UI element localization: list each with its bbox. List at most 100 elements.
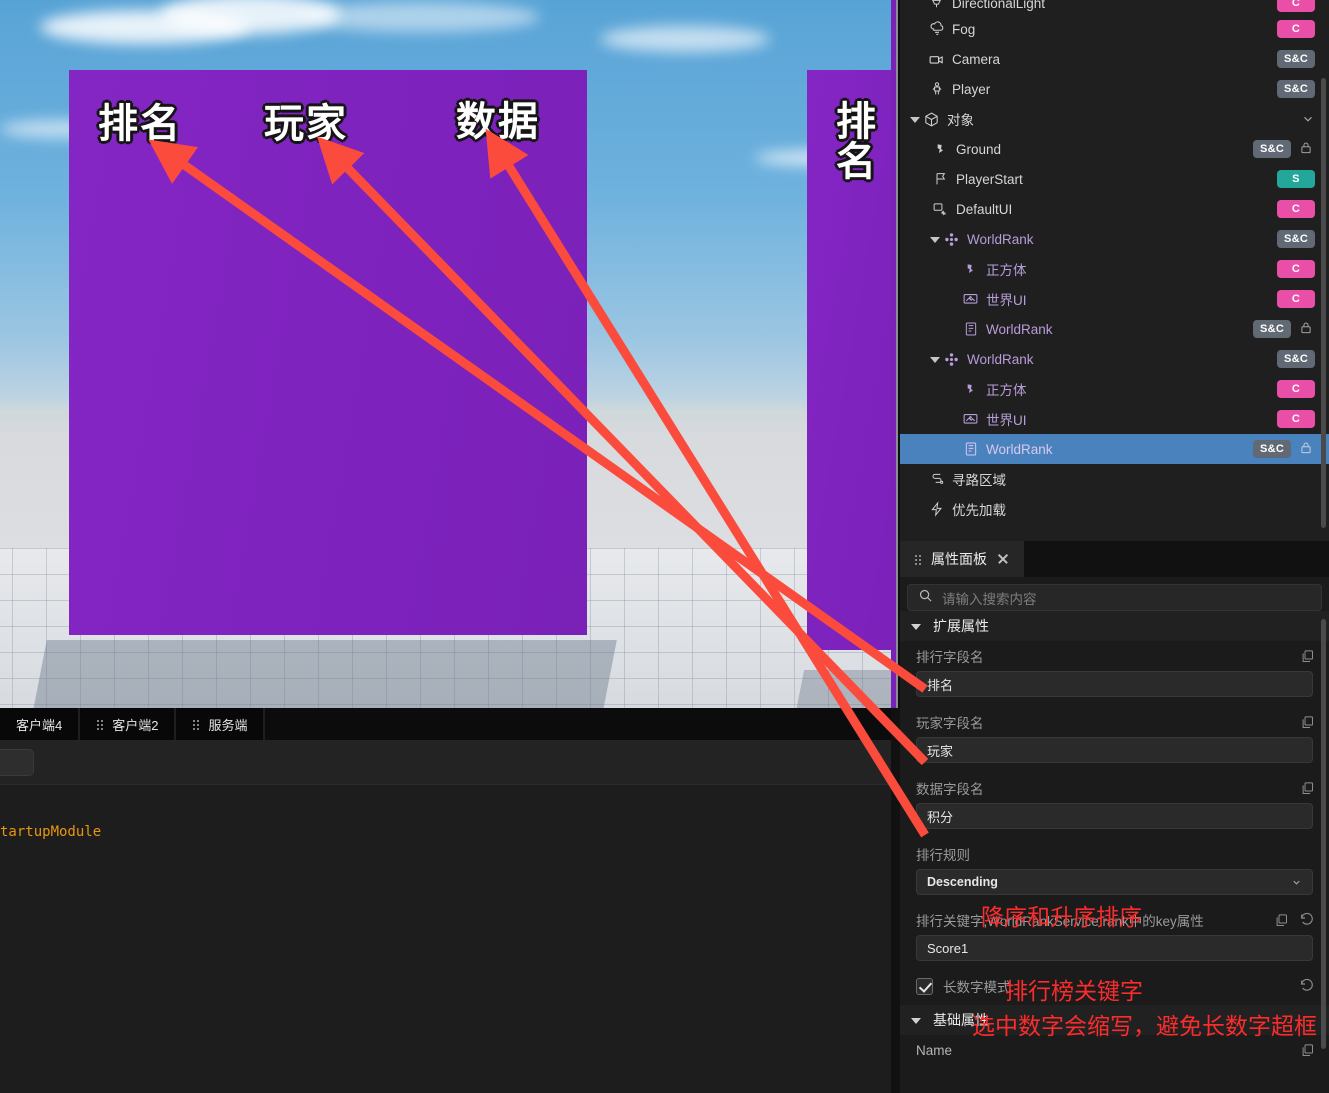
tree-row-worldui-1[interactable]: 世界UI C bbox=[900, 284, 1329, 314]
tree-row-camera[interactable]: Camera S&C bbox=[900, 44, 1329, 74]
cube-icon bbox=[923, 111, 940, 128]
client-tab-2[interactable]: 服务端 bbox=[176, 708, 266, 740]
app-root: 排名 玩家 数据 排名 客户端4 客户端2 服务端 tartupModule D… bbox=[0, 0, 1329, 1093]
tree-row-directionallight[interactable]: DirectionalLight C bbox=[900, 0, 1329, 14]
player-field-input[interactable]: 玩家 bbox=[916, 737, 1313, 763]
chevron-down-icon[interactable] bbox=[911, 622, 921, 631]
chevron-down-icon[interactable] bbox=[911, 1016, 921, 1025]
worldui-icon bbox=[962, 291, 979, 308]
tree-row-cube-1[interactable]: 正方体 C bbox=[900, 254, 1329, 284]
tab-properties[interactable]: 属性面板 bbox=[900, 541, 1024, 577]
reset-icon[interactable] bbox=[1299, 912, 1315, 928]
badge-sc: S&C bbox=[1253, 440, 1291, 458]
tree-row-fog[interactable]: Fog C bbox=[900, 14, 1329, 44]
copy-icon[interactable] bbox=[1300, 781, 1315, 796]
hierarchy-scrollbar[interactable] bbox=[1321, 78, 1326, 528]
tree-row-label: Ground bbox=[956, 141, 1002, 157]
search-input[interactable]: 请输入搜索内容 bbox=[907, 584, 1322, 611]
section-title: 基础属性 bbox=[933, 1012, 989, 1028]
long-number-mode-row[interactable]: 长数字模式 bbox=[900, 971, 1329, 1001]
section-header-basic[interactable]: 基础属性 bbox=[900, 1005, 1329, 1035]
properties-panel: 属性面板 请输入搜索内容 扩展属性 排行字段名 排名 玩家字段名 玩家 数据字段… bbox=[900, 541, 1329, 1093]
client-tab-label: 服务端 bbox=[208, 717, 248, 733]
tree-row-label: 正方体 bbox=[986, 383, 1027, 398]
search-row: 请输入搜索内容 bbox=[900, 577, 1329, 611]
tree-row-worldrank-script-1[interactable]: WorldRank S&C bbox=[900, 314, 1329, 344]
field-label: 排行关键字,WorldRankService.rank中的key属性 bbox=[916, 914, 1204, 929]
tree-row-label: Fog bbox=[952, 21, 976, 37]
fog-icon bbox=[928, 21, 945, 38]
tab-bar-filler bbox=[1024, 541, 1329, 577]
tree-row-worldui-2[interactable]: 世界UI C bbox=[900, 404, 1329, 434]
lock-icon[interactable] bbox=[1299, 140, 1315, 159]
scene-hierarchy-panel[interactable]: DirectionalLight C Fog C Camera S&C Play… bbox=[900, 0, 1329, 541]
chevron-down-icon[interactable] bbox=[1301, 112, 1315, 126]
drag-grip-icon[interactable] bbox=[96, 718, 105, 730]
billboard-shadow bbox=[33, 640, 617, 708]
tree-row-player[interactable]: Player S&C bbox=[900, 74, 1329, 104]
data-field-input[interactable]: 积分 bbox=[916, 803, 1313, 829]
tree-row-label: WorldRank bbox=[967, 231, 1034, 247]
rank-key-input[interactable]: Score1 bbox=[916, 935, 1313, 961]
scene-viewport[interactable]: 排名 玩家 数据 排名 bbox=[0, 0, 891, 708]
player-icon bbox=[928, 81, 945, 98]
tree-row-worldrank-prefab-1[interactable]: WorldRank S&C bbox=[900, 224, 1329, 254]
tree-row-ground[interactable]: Ground S&C bbox=[900, 134, 1329, 164]
chevron-down-icon[interactable] bbox=[930, 235, 940, 244]
badge-sc: S&C bbox=[1277, 230, 1315, 248]
rank-rule-select[interactable]: Descending bbox=[916, 869, 1313, 895]
lock-icon[interactable] bbox=[1299, 320, 1315, 339]
field-input-row-key: Score1 bbox=[900, 935, 1329, 971]
tree-row-objects-group[interactable]: 对象 bbox=[900, 104, 1329, 134]
client-tab-label: 客户端4 bbox=[16, 717, 63, 733]
console-pane bbox=[0, 740, 891, 1093]
select-value: Descending bbox=[927, 875, 998, 889]
console-toolbar-button[interactable] bbox=[0, 749, 34, 776]
leaderboard-billboard-primary[interactable] bbox=[69, 70, 587, 635]
badge-sc: S&C bbox=[1277, 50, 1315, 68]
badge-c: C bbox=[1277, 380, 1315, 398]
tree-row-defaultui[interactable]: DefaultUI C bbox=[900, 194, 1329, 224]
drag-grip-icon[interactable] bbox=[914, 553, 922, 565]
copy-icon[interactable] bbox=[1300, 1043, 1315, 1058]
copy-icon[interactable] bbox=[1274, 913, 1289, 928]
lock-icon[interactable] bbox=[1299, 440, 1315, 459]
field-label-name: Name bbox=[900, 1035, 1329, 1065]
copy-icon[interactable] bbox=[1300, 715, 1315, 730]
tree-row-worldrank-script-2-selected[interactable]: WorldRank S&C bbox=[900, 434, 1329, 464]
client-tab-0[interactable]: 客户端4 bbox=[0, 708, 81, 740]
badge-c: C bbox=[1277, 200, 1315, 218]
long-number-mode-checkbox[interactable] bbox=[916, 977, 933, 995]
tree-row-label: 寻路区域 bbox=[952, 473, 1006, 488]
properties-scrollbar[interactable] bbox=[1321, 619, 1326, 1049]
tree-row-preload[interactable]: 优先加载 bbox=[900, 494, 1329, 524]
chevron-down-icon[interactable] bbox=[930, 355, 940, 364]
field-label: 排行字段名 bbox=[916, 650, 984, 665]
client-tab-1[interactable]: 客户端2 bbox=[80, 708, 177, 740]
chevron-down-icon[interactable] bbox=[910, 115, 920, 124]
reset-icon[interactable] bbox=[1299, 978, 1315, 994]
tree-row-label: DefaultUI bbox=[956, 201, 1013, 217]
section-header-extended[interactable]: 扩展属性 bbox=[900, 611, 1329, 641]
close-icon[interactable] bbox=[996, 552, 1010, 566]
client-tab-bar: 客户端4 客户端2 服务端 bbox=[0, 708, 891, 740]
tree-row-label: 世界UI bbox=[986, 413, 1027, 428]
field-input-row-player: 玩家 bbox=[900, 737, 1329, 773]
camera-icon bbox=[928, 51, 945, 68]
tree-row-cube-2[interactable]: 正方体 C bbox=[900, 374, 1329, 404]
tree-row-label: 正方体 bbox=[986, 263, 1027, 278]
field-label-rule: 排行规则 bbox=[900, 839, 1329, 869]
copy-icon[interactable] bbox=[1300, 649, 1315, 664]
billboard-label-rank: 排名 bbox=[98, 102, 182, 146]
tree-row-playerstart[interactable]: PlayerStart S bbox=[900, 164, 1329, 194]
tree-row-navmesh[interactable]: 寻路区域 bbox=[900, 464, 1329, 494]
drag-grip-icon[interactable] bbox=[192, 718, 201, 730]
tree-row-worldrank-prefab-2[interactable]: WorldRank S&C bbox=[900, 344, 1329, 374]
tree-row-label: 世界UI bbox=[986, 293, 1027, 308]
badge-c: C bbox=[1277, 0, 1315, 12]
field-label-data: 数据字段名 bbox=[900, 773, 1329, 803]
tree-row-label: DirectionalLight bbox=[952, 0, 1046, 11]
checkbox-label: 长数字模式 bbox=[943, 980, 1011, 995]
ui-icon bbox=[932, 201, 949, 218]
rank-field-input[interactable]: 排名 bbox=[916, 671, 1313, 697]
